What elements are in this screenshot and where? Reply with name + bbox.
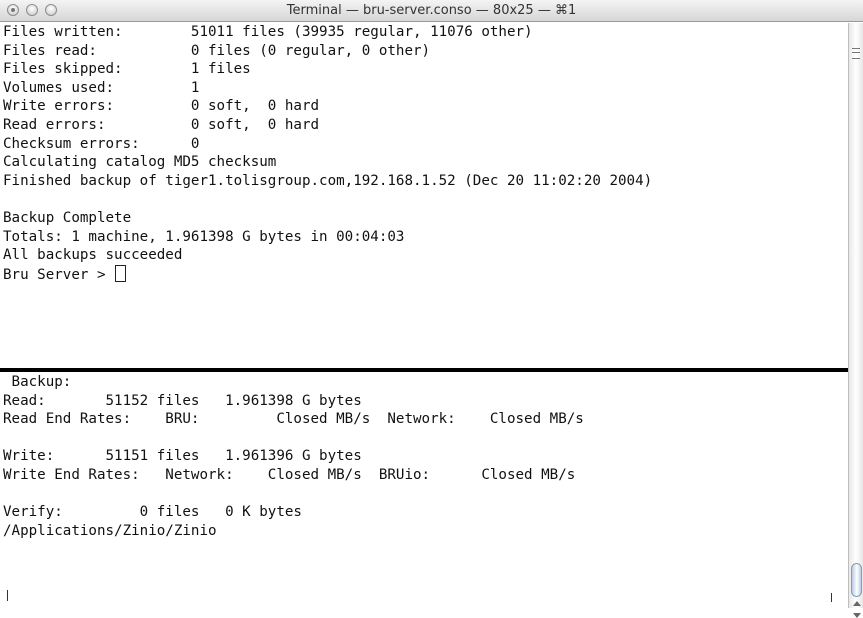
terminal-line: Files written: 51011 files (39935 regula… [3,24,533,40]
scrollbar-thumb[interactable] [851,563,862,597]
terminal-line: Write End Rates: Network: Closed MB/s BR… [3,466,576,483]
split-pane-icon[interactable] [852,48,860,59]
terminal-line: Files skipped: 1 files [3,61,251,78]
scroll-down-icon[interactable] [853,613,861,618]
text-cursor [115,264,127,282]
terminal-line: Checksum errors: 0 [3,135,200,152]
window-titlebar[interactable]: Terminal — bru-server.conso — 80x25 — ⌘1 [0,0,863,22]
terminal-line: Calculating catalog MD5 checksum [3,154,277,171]
terminal-line: Write: 51151 files 1.961396 G bytes [3,448,362,465]
pane-split-divider[interactable] [0,368,848,372]
terminal-line: Files read: 0 files (0 regular, 0 other) [3,42,431,59]
scroll-up-icon[interactable] [853,601,861,606]
prompt-line[interactable]: Bru Server > [0,264,848,284]
terminal-line: Read errors: 0 soft, 0 hard [3,116,320,133]
vertical-scrollbar[interactable] [848,23,863,618]
terminal-line: Read End Rates: BRU: Closed MB/s Network… [3,411,584,428]
terminal-line: /Applications/Zinio/Zinio [3,522,217,539]
window-title: Terminal — bru-server.conso — 80x25 — ⌘1 [286,3,577,18]
terminal-line: Finished backup of tiger1.tolisgroup.com… [3,172,653,189]
terminal-bottom-pane[interactable]: Backup: Read: 51152 files 1.961398 G byt… [0,373,848,608]
terminal-line: Write errors: 0 soft, 0 hard [3,98,320,115]
terminal-line: Volumes used: 1 [3,79,200,96]
terminal-line: Backup: [3,374,72,390]
terminal-line: Totals: 1 machine, 1.961398 G bytes in 0… [3,228,405,245]
terminal-top-pane[interactable]: Files written: 51011 files (39935 regula… [0,23,848,367]
terminal-line: Read: 51152 files 1.961398 G bytes [3,392,362,409]
terminal-line: Backup Complete [3,209,132,226]
terminal-line: Verify: 0 files 0 K bytes [3,504,302,521]
prompt-text: Bru Server > [3,266,115,283]
terminal-line: All backups succeeded [3,247,183,264]
resize-marker [831,593,832,602]
bottom-cursor [7,590,8,601]
